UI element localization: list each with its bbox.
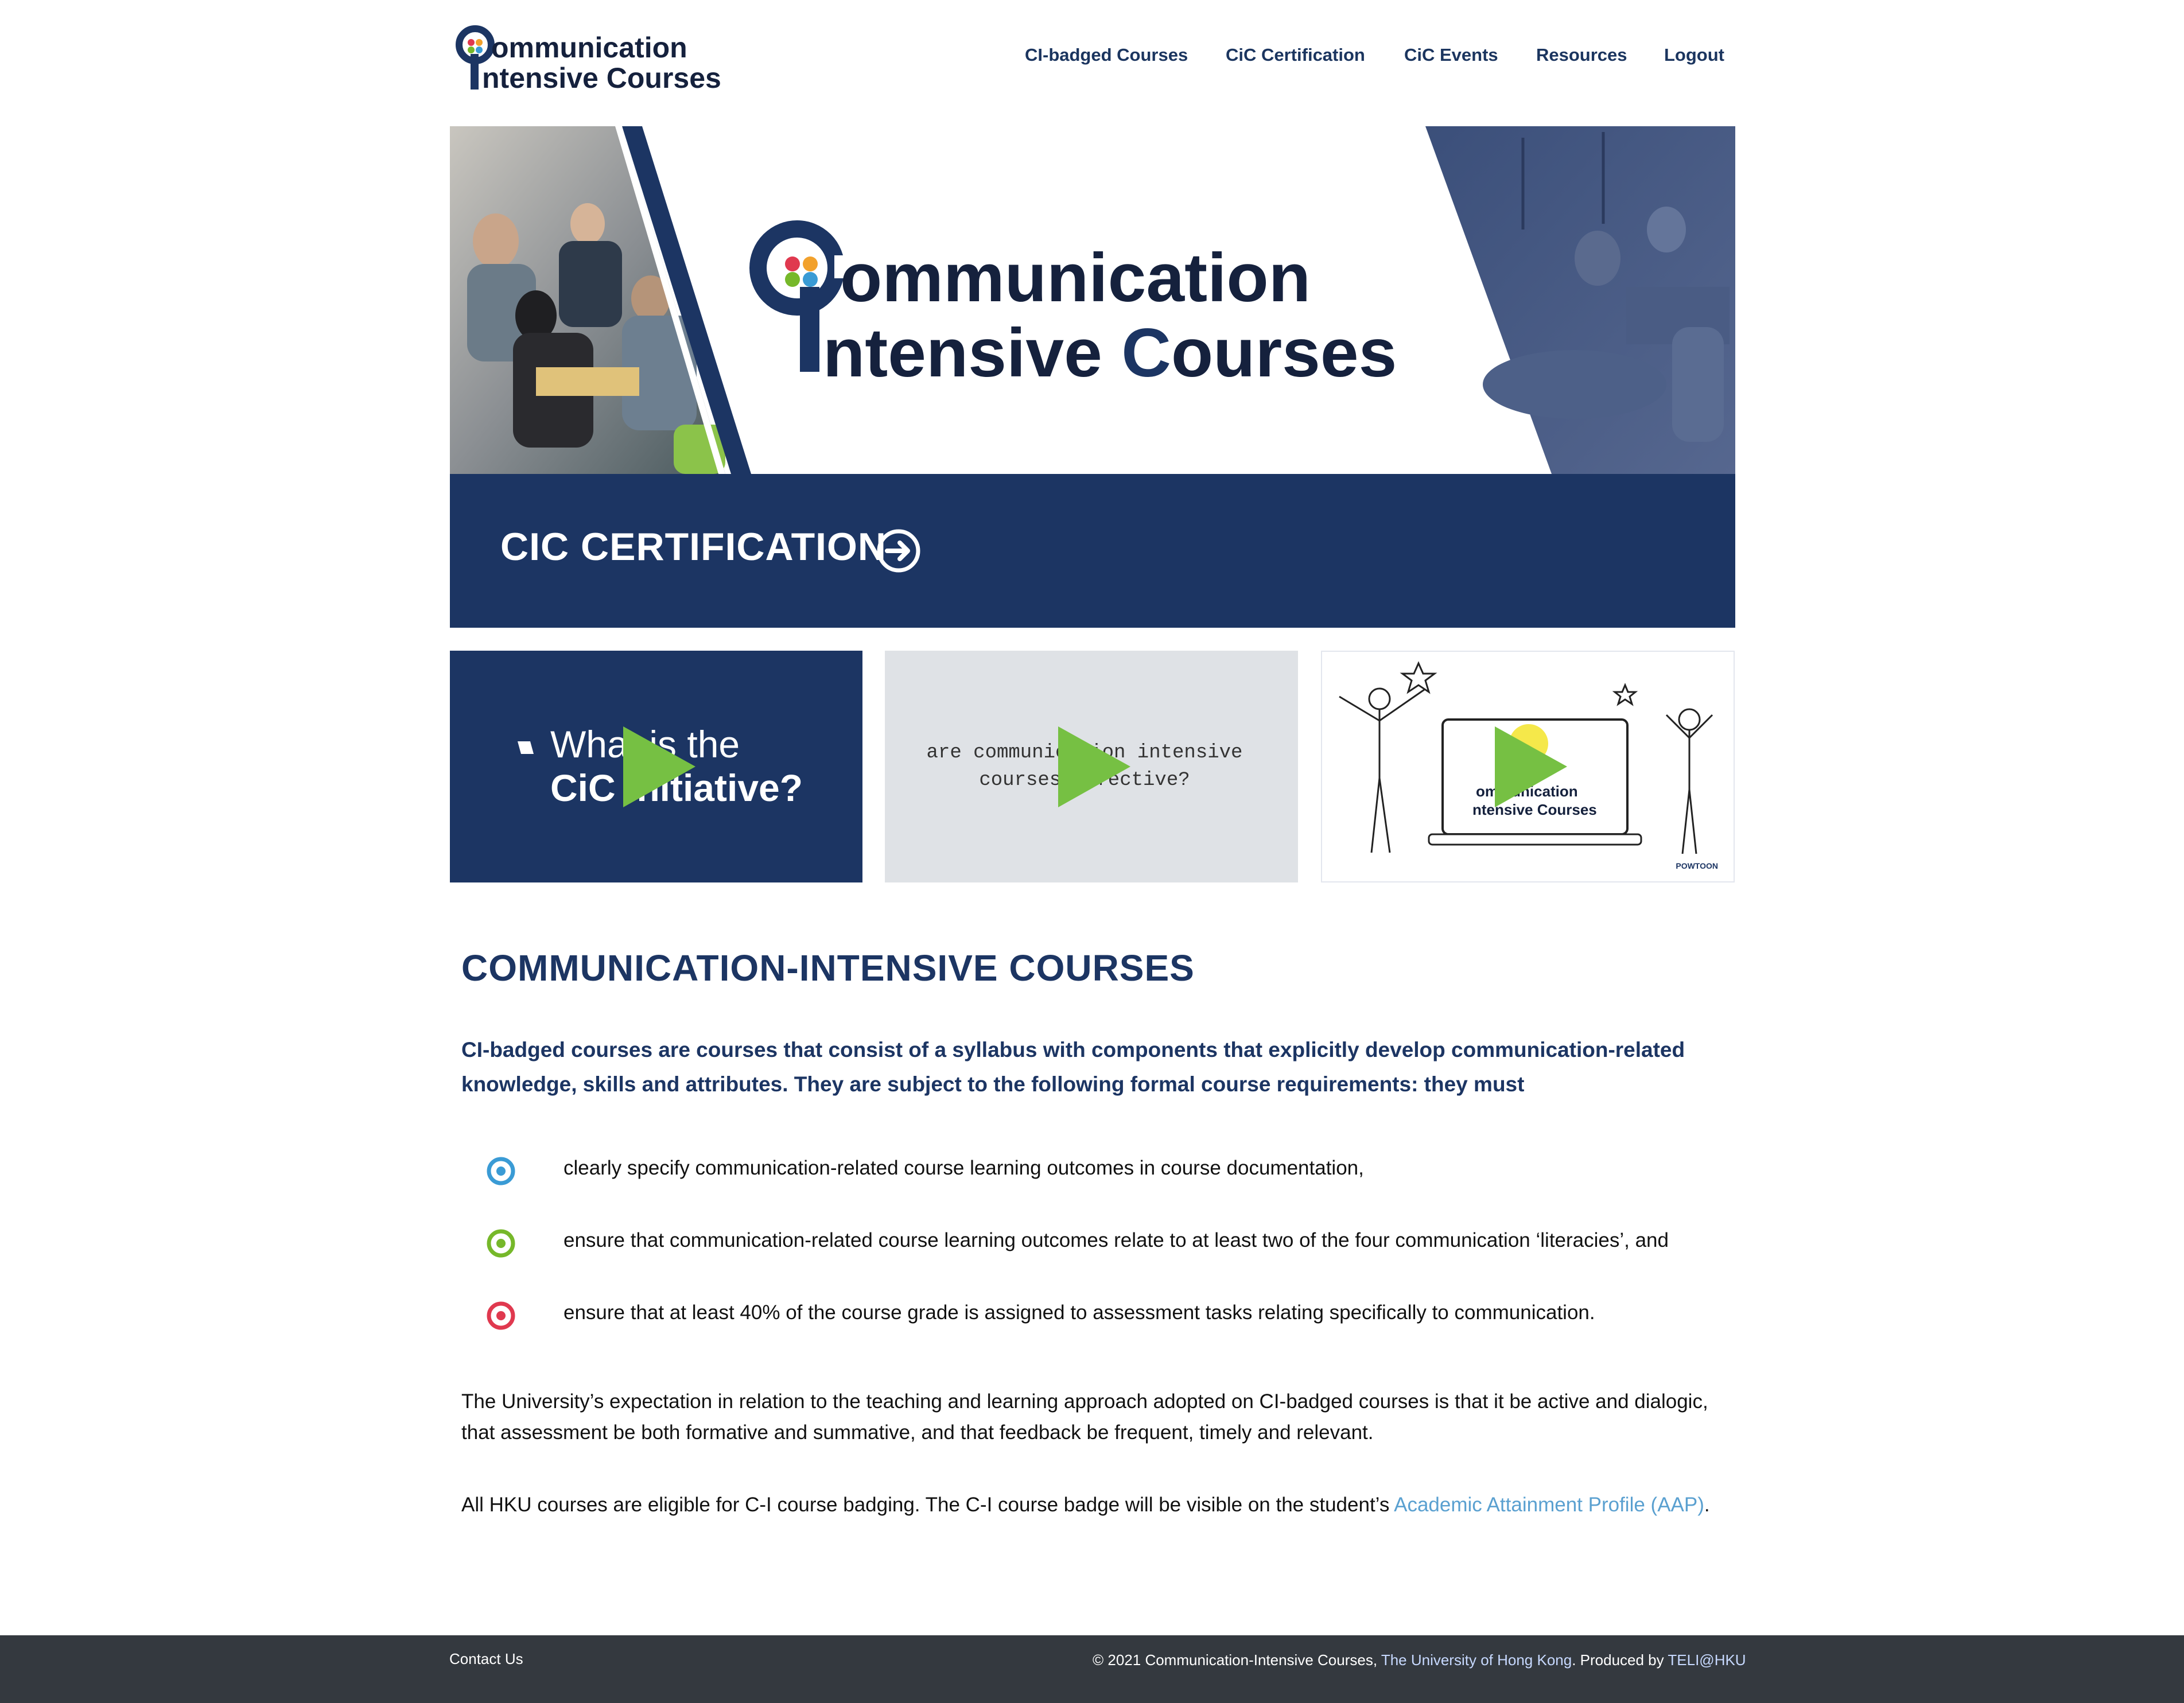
nav-resources[interactable]: Resources: [1536, 45, 1627, 65]
hero-logo: ommunication ntensive Courses: [749, 220, 1397, 391]
hero-logo-line2b: C: [1121, 314, 1171, 391]
video-what-is-cic[interactable]: What is the CiC Initiative?: [450, 651, 862, 882]
eligibility-text: All HKU courses are eligible for C-I cou…: [461, 1494, 1394, 1516]
requirement-1: clearly specify communication-related co…: [564, 1157, 1364, 1179]
eligibility-end: .: [1704, 1494, 1710, 1516]
arrow-circle-icon: [877, 529, 920, 573]
hero-logo-line1: ommunication: [840, 239, 1311, 316]
hero-logo-line2a: ntensive: [823, 314, 1121, 391]
target-bullet-icon: [487, 1301, 515, 1330]
aap-link[interactable]: Academic Attainment Profile (AAP): [1394, 1494, 1704, 1516]
section-title: COMMUNICATION-INTENSIVE COURSES: [461, 947, 1195, 989]
contact-us-link[interactable]: Contact Us: [449, 1650, 523, 1668]
produced-by: . Produced by: [1572, 1651, 1668, 1669]
cic-certification-label: CIC CERTIFICATION: [500, 525, 887, 569]
cic-certification-banner[interactable]: CIC CERTIFICATION: [450, 474, 1735, 628]
site-logo[interactable]: ommunication ntensive Courses: [453, 22, 740, 96]
intro-text: CI-badged courses are courses that consi…: [461, 1038, 1685, 1096]
copyright-text: © 2021 Communication-Intensive Courses, …: [1093, 1651, 1746, 1669]
hero-photo-right: [1425, 126, 1735, 474]
nav-ci-badged-courses[interactable]: CI-badged Courses: [1025, 45, 1188, 65]
logo-text-line1: ommunication: [491, 32, 687, 64]
target-bullet-icon: [487, 1229, 515, 1258]
nav-cic-certification[interactable]: CiC Certification: [1226, 45, 1365, 65]
video-powtoon[interactable]: ommunication ntensive Courses POWTOON: [1321, 651, 1735, 882]
play-icon[interactable]: [1057, 725, 1132, 808]
powtoon-watermark: POWTOON: [1676, 861, 1718, 870]
play-icon[interactable]: [1494, 725, 1568, 808]
requirement-3: ensure that at least 40% of the course g…: [564, 1301, 1595, 1324]
footer: [0, 1635, 2184, 1703]
play-icon[interactable]: [622, 725, 697, 808]
nav-logout[interactable]: Logout: [1664, 45, 1724, 65]
copyright-prefix: © 2021 Communication-Intensive Courses,: [1093, 1651, 1381, 1669]
nav-cic-events[interactable]: CiC Events: [1404, 45, 1498, 65]
svg-text:ntensive Courses: ntensive Courses: [823, 314, 1397, 391]
hero-banner: ommunication ntensive Courses: [450, 126, 1735, 474]
eligibility-paragraph: All HKU courses are eligible for C-I cou…: [461, 1490, 1712, 1521]
logo-icon: ommunication ntensive Courses: [456, 25, 721, 94]
logo-text-line2: ntensive Courses: [482, 62, 721, 94]
target-bullet-icon: [487, 1157, 515, 1185]
teli-link[interactable]: TELI@HKU: [1668, 1651, 1746, 1669]
expectation-paragraph: The University’s expectation in relation…: [461, 1390, 1708, 1444]
video-effectiveness[interactable]: are communication intensive courses effe…: [885, 651, 1298, 882]
requirement-2: ensure that communication-related course…: [564, 1229, 1669, 1251]
hero-logo-line2c: ourses: [1171, 314, 1397, 391]
hku-link[interactable]: The University of Hong Kong: [1381, 1651, 1572, 1669]
